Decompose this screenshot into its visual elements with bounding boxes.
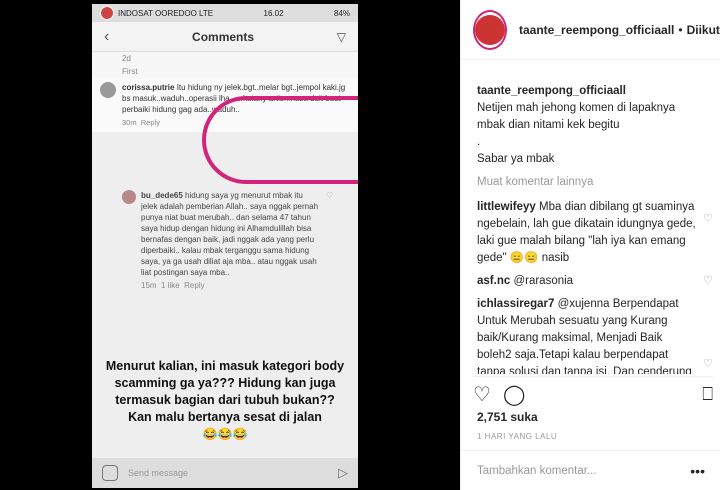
story-footer: Send message ▷	[92, 458, 358, 488]
commenter-name: corissa.putrie	[122, 83, 175, 92]
story-caption: Menurut kalian, ini masuk kategori body …	[102, 358, 348, 443]
load-more-comments-link[interactable]: Muat komentar lainnya	[477, 174, 713, 191]
direct-send-icon: ▷	[338, 465, 348, 480]
likes-count[interactable]: 2,751 suka	[477, 410, 538, 424]
list-item: littlewifeyy Mba dian dibilang gt suamin…	[477, 199, 713, 267]
caption-text: Menurut kalian, ini masuk kategori body …	[105, 359, 345, 424]
comment-bubble-icon[interactable]: ◯	[503, 382, 525, 407]
story-image: INDOSAT OOREDOO LTE 16.02 84% ‹ Comments…	[92, 4, 358, 488]
story-comments-header: ‹ Comments ▽	[92, 22, 358, 52]
heart-icon[interactable]: ♡	[703, 356, 713, 373]
camera-icon	[102, 465, 118, 481]
reply-username: bu_dede65	[141, 191, 183, 200]
highlight-circle	[202, 96, 358, 184]
post-timestamp: 1 HARI YANG LALU	[477, 432, 558, 441]
carrier-label: INDOSAT OOREDOO LTE	[118, 8, 214, 18]
comment-time: 30m	[122, 118, 137, 127]
more-options-icon[interactable]: •••	[690, 463, 705, 479]
reply-time: 15m	[141, 281, 157, 290]
add-comment-placeholder[interactable]: Tambahkan komentar...	[477, 465, 597, 477]
caption-comment: taante_reempong_officiaall Netijen mah j…	[477, 66, 713, 168]
comment-username[interactable]: ichlassiregar7	[477, 298, 554, 310]
heart-icon: ♡	[326, 191, 334, 200]
heart-icon[interactable]: ♡	[703, 211, 713, 228]
avatar[interactable]	[473, 9, 507, 50]
like-heart-icon[interactable]: ♡	[473, 382, 491, 407]
reply-link: Reply	[140, 118, 160, 127]
comments-title: Comments	[192, 29, 255, 44]
battery-label: 84%	[333, 8, 350, 18]
send-message-placeholder: Send message	[128, 468, 189, 478]
status-bar: INDOSAT OOREDOO LTE 16.02 84%	[92, 4, 358, 22]
commenter-avatar	[100, 82, 116, 98]
comment-text: Netijen mah jehong komen di lapaknya mba…	[477, 102, 676, 165]
reply-likes: 1 like	[161, 281, 180, 290]
comment-username[interactable]: taante_reempong_officiaall	[477, 85, 626, 97]
send-icon: ▽	[336, 29, 346, 44]
reply-reply: Reply	[184, 281, 205, 290]
clock: 16.02	[263, 8, 284, 18]
story-meta-first: First	[92, 65, 358, 78]
comment-text[interactable]: @rarasonia	[513, 275, 573, 287]
post-actions: ♡ ◯ ⎕	[473, 376, 713, 408]
separator-dot: •	[678, 22, 683, 37]
following-button[interactable]: Diikuti	[687, 23, 720, 37]
list-item: asf.nc @rarasonia ♡	[477, 273, 713, 290]
story-screenshot-pane: INDOSAT OOREDOO LTE 16.02 84% ‹ Comments…	[0, 0, 460, 490]
heart-icon[interactable]: ♡	[703, 273, 713, 290]
post-username[interactable]: taante_reempong_officiaall	[519, 23, 674, 37]
story-meta-time: 2d	[92, 52, 358, 65]
avatar-image	[475, 14, 505, 45]
comments-list[interactable]: taante_reempong_officiaall Netijen mah j…	[477, 66, 713, 374]
bookmark-icon[interactable]: ⎕	[702, 384, 713, 405]
story-avatar	[100, 6, 114, 20]
story-reply-comment: bu_dede65 hidung saya yg menurut mbak it…	[122, 190, 352, 291]
list-item: ichlassiregar7 @xujenna Berpendapat Untu…	[477, 296, 713, 374]
post-details-pane: taante_reempong_officiaall • Diikuti taa…	[460, 0, 720, 490]
caption-emoji: 😂😂😂	[202, 427, 248, 441]
reply-text: hidung saya yg menurut mbak itu jelek ad…	[141, 191, 319, 277]
comment-username[interactable]: asf.nc	[477, 275, 510, 287]
comment-username[interactable]: littlewifeyy	[477, 201, 536, 213]
reply-avatar	[122, 190, 136, 204]
back-icon: ‹	[104, 27, 110, 45]
add-comment-input[interactable]: Tambahkan komentar... •••	[461, 450, 720, 490]
post-header: taante_reempong_officiaall • Diikuti	[461, 0, 720, 60]
